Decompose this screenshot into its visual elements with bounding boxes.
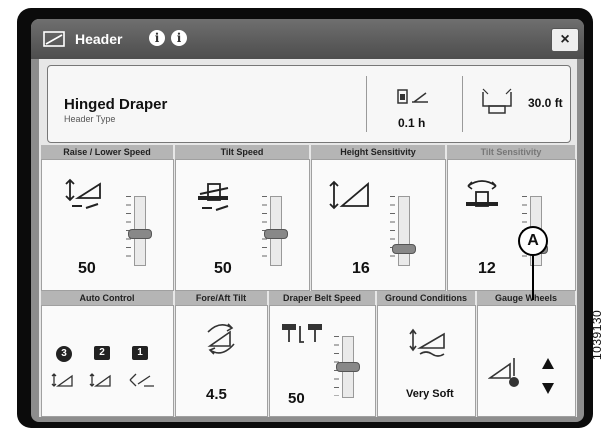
height-sensitivity-tile[interactable]: 16 [311,159,446,291]
gauge-wheels-header: Gauge Wheels [477,291,575,305]
tilt-sensitivity-tile[interactable]: 12 [447,159,576,291]
info-icon[interactable]: i [149,30,165,46]
fore-aft-tilt-icon [207,323,235,355]
header-type-label: Header Type [64,114,116,124]
raise-lower-speed-tile[interactable]: 50 [41,159,174,291]
tilt-speed-slider-knob[interactable] [264,229,288,239]
height-sensitivity-icon [329,180,369,210]
ground-conditions-tile[interactable]: Very Soft [377,305,476,417]
title-bar: Header i i × [31,19,584,59]
fore-aft-tilt-tile[interactable]: 4.5 [175,305,268,417]
raise-lower-speed-header: Raise / Lower Speed [41,145,173,159]
auto-control-mode-icons [51,373,154,387]
header-height-value: 0.1 h [398,116,426,130]
height-sensitivity-value: 16 [352,260,370,277]
height-sensitivity-header: Height Sensitivity [311,145,445,159]
tilt-sensitivity-value: 12 [478,260,496,277]
raise-lower-speed-slider-knob[interactable] [128,229,152,239]
header-width-icon [482,88,512,114]
auto-control-badge-2: 2 [94,346,110,360]
tilt-speed-header: Tilt Speed [175,145,309,159]
tilt-speed-tile[interactable]: 50 [175,159,310,291]
ground-conditions-value: Very Soft [406,388,454,400]
gauge-wheels-raise-arrow[interactable] [540,356,556,372]
callout-a-leader [532,254,534,300]
draper-belt-speed-tile[interactable]: 50 [269,305,376,417]
draper-belt-speed-header: Draper Belt Speed [269,291,375,305]
header-height-icon [397,89,428,104]
draper-belt-speed-value: 50 [288,390,305,407]
divider [366,76,367,132]
divider [462,76,463,132]
header-screen: Header i i × Hinged Draper Header Type 0… [31,19,584,422]
auto-control-badge-1: 1 [132,346,148,360]
info-icon-secondary[interactable]: i [171,30,187,46]
settings-panel: Hinged Draper Header Type 0.1 h 30.0 ft … [39,59,577,417]
tilt-speed-value: 50 [214,260,232,277]
auto-control-badge-3: 3 [56,346,72,362]
gauge-wheels-lower-arrow[interactable] [540,380,556,396]
gauge-wheels-icon [488,358,519,387]
auto-control-tile[interactable]: 3 2 1 [41,305,174,417]
draper-belt-speed-slider-knob[interactable] [336,362,360,372]
auto-control-header: Auto Control [41,291,173,305]
height-sensitivity-slider[interactable] [398,196,410,266]
fore-aft-tilt-header: Fore/Aft Tilt [175,291,267,305]
ground-conditions-icon [409,328,445,357]
figure-number: 1039130 [590,309,604,360]
tilt-speed-icon [198,183,229,211]
callout-a: A [518,226,548,256]
raise-lower-speed-icon [65,178,101,209]
header-type-name: Hinged Draper [64,96,168,113]
gauge-wheels-tile[interactable] [477,305,576,417]
raise-lower-speed-value: 50 [78,260,96,277]
fore-aft-tilt-value: 4.5 [206,386,227,403]
window-title: Header [75,31,123,47]
header-icon [43,31,65,47]
height-sensitivity-slider-knob[interactable] [392,244,416,254]
header-info-bar: Hinged Draper Header Type 0.1 h 30.0 ft [47,65,571,143]
tilt-sensitivity-icon [466,180,498,207]
close-button[interactable]: × [551,28,579,52]
ground-conditions-header: Ground Conditions [377,291,475,305]
tilt-sensitivity-header: Tilt Sensitivity [447,145,575,159]
header-width-value: 30.0 ft [528,96,563,110]
draper-belt-speed-icon [282,324,322,343]
